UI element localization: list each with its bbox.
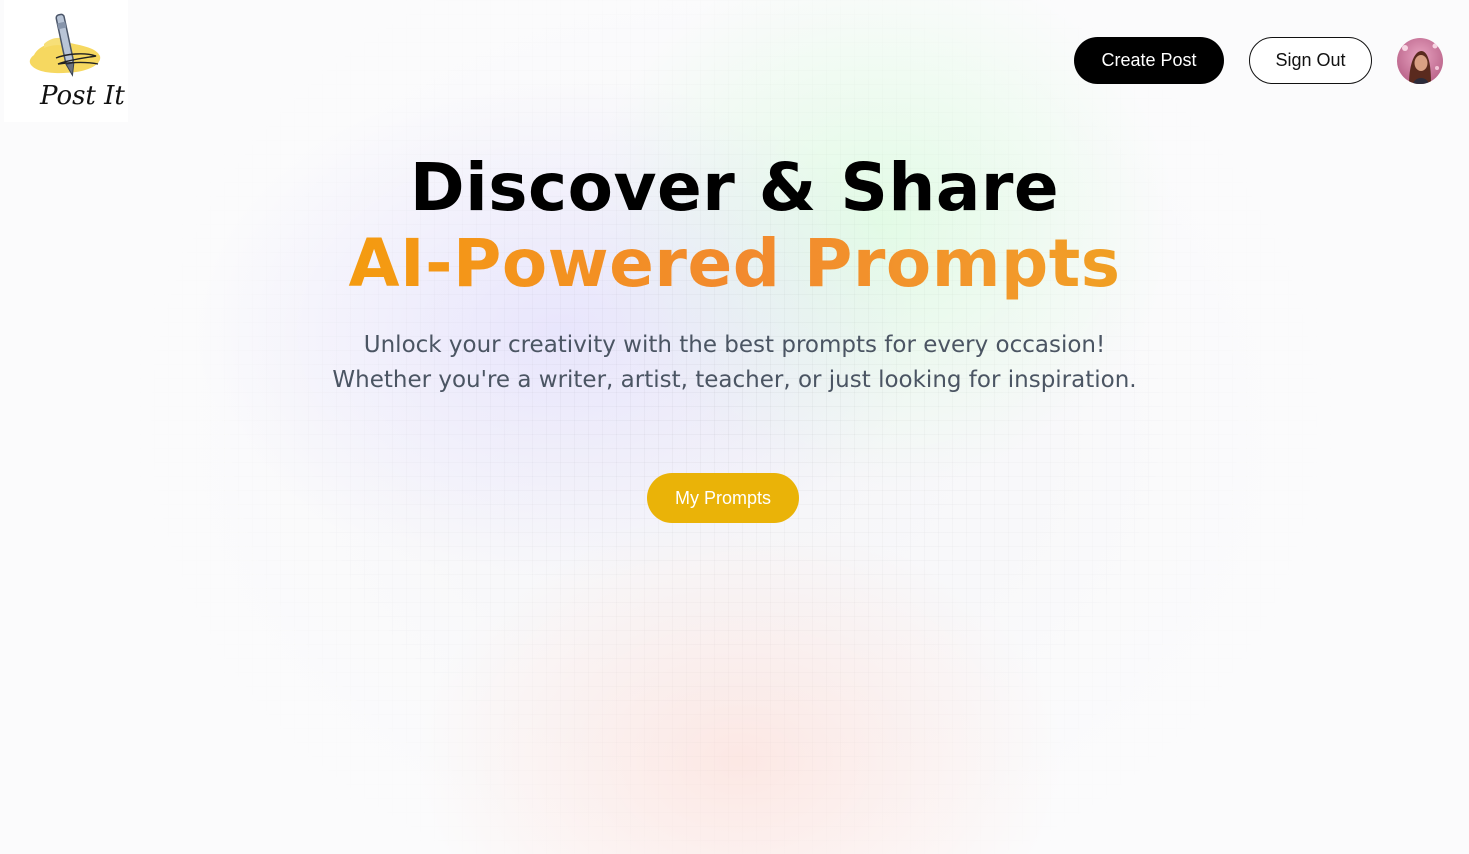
page: Post It Create Post Sign Out Discover & … xyxy=(0,0,1469,854)
my-prompts-button[interactable]: My Prompts xyxy=(647,473,799,523)
sign-out-button[interactable]: Sign Out xyxy=(1249,37,1372,84)
avatar-image xyxy=(1397,37,1443,84)
hero-title: Discover & Share xyxy=(409,149,1060,226)
top-nav: Create Post Sign Out xyxy=(1074,37,1443,84)
logo-text: Post It xyxy=(39,81,125,111)
logo-link[interactable]: Post It xyxy=(4,0,128,122)
pen-scribble-logo-icon: Post It xyxy=(29,13,125,111)
hero-subtitle: Unlock your creativity with the best pro… xyxy=(332,332,1137,393)
hero-section: Discover & Share AI-Powered Prompts Unlo… xyxy=(0,150,1469,398)
background-grid xyxy=(0,0,1469,854)
user-avatar-icon[interactable] xyxy=(1397,37,1443,84)
hero-title-highlight: AI-Powered Prompts xyxy=(0,226,1469,302)
create-post-button[interactable]: Create Post xyxy=(1074,37,1224,84)
